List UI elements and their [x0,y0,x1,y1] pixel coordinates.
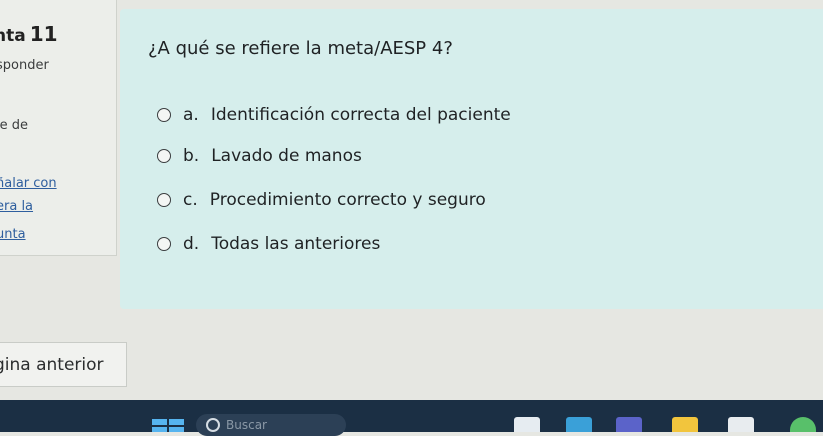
taskbar [0,400,823,432]
option-label: Todas las anteriores [211,234,381,254]
flag-question-link-line1[interactable]: ñalar con [0,176,57,191]
search-placeholder: Buscar [226,418,267,432]
option-d[interactable]: d. Todas las anteriores [157,233,380,255]
question-number: 11 [29,22,58,46]
respond-status: sponder [0,58,49,73]
option-letter: c. [183,190,198,210]
taskbar-search-input[interactable]: Buscar [196,414,346,436]
option-letter: a. [183,105,199,125]
previous-page-button[interactable]: gina anterior [0,342,127,387]
option-c[interactable]: c. Procedimiento correcto y seguro [157,189,486,211]
teams-icon[interactable] [616,417,642,432]
option-a[interactable]: a. Identificación correcta del paciente [157,104,511,126]
search-icon [206,418,220,432]
question-label: nta [0,26,26,46]
option-letter: b. [183,146,200,166]
question-text: ¿A qué se refiere la meta/AESP 4? [148,38,453,59]
file-explorer-icon[interactable] [672,417,698,432]
windows-start-icon[interactable] [152,419,184,432]
option-label: Lavado de manos [211,146,362,166]
radio-button[interactable] [157,149,171,163]
flag-question-link-line3[interactable]: unta [0,227,26,242]
widgets-icon[interactable] [566,417,592,432]
radio-button[interactable] [157,193,171,207]
previous-page-label: gina anterior [0,354,104,375]
question-number-label: nta11 [0,22,58,46]
grade-status: je de [0,118,28,133]
store-icon[interactable] [728,417,754,432]
task-view-icon[interactable] [514,417,540,432]
option-letter: d. [183,234,200,254]
radio-button[interactable] [157,108,171,122]
radio-button[interactable] [157,237,171,251]
question-info-box: nta11 sponder je de ñalar con era la unt… [0,0,117,256]
option-label: Procedimiento correcto y seguro [209,190,486,210]
flag-question-link-line2[interactable]: era la [0,199,33,214]
option-label: Identificación correcta del paciente [210,105,511,125]
option-b[interactable]: b. Lavado de manos [157,145,362,167]
